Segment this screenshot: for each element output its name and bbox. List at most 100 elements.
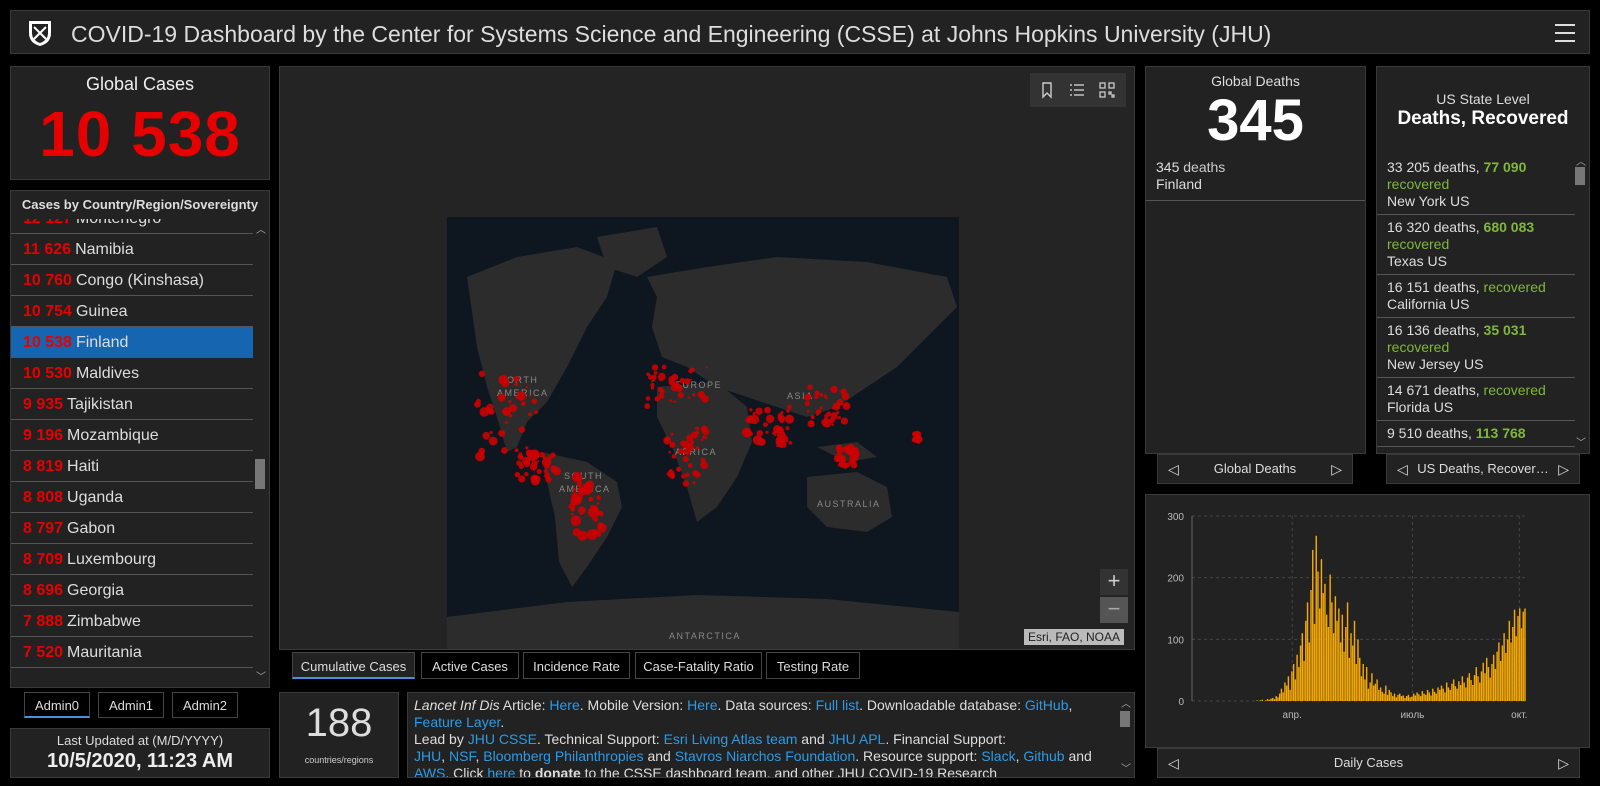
case-bubble[interactable] <box>678 448 685 455</box>
case-bubble[interactable] <box>695 426 700 431</box>
case-bubble[interactable] <box>681 440 690 449</box>
case-bubble[interactable] <box>788 440 793 445</box>
prev-arrow-icon[interactable]: ◁ <box>1168 749 1179 777</box>
case-bubble[interactable] <box>586 529 598 541</box>
case-bubble[interactable] <box>486 403 494 412</box>
jhu-link[interactable]: JHU <box>414 748 441 764</box>
stavros-link[interactable]: Stavros Niarchos Foundation <box>675 748 856 764</box>
case-bubble[interactable] <box>831 423 835 426</box>
article-link[interactable]: Here <box>549 697 579 713</box>
case-bubble[interactable] <box>529 394 532 397</box>
case-bubble[interactable] <box>588 496 594 502</box>
github2-link[interactable]: Github <box>1023 748 1064 764</box>
case-bubble[interactable] <box>525 386 528 389</box>
country-row[interactable]: 8 808 Uganda <box>11 482 253 513</box>
case-bubble[interactable] <box>673 400 676 403</box>
case-bubble[interactable] <box>516 391 527 401</box>
case-bubble[interactable] <box>537 460 540 463</box>
case-bubble[interactable] <box>682 456 689 463</box>
case-bubble[interactable] <box>698 392 701 395</box>
case-bubble[interactable] <box>651 364 659 371</box>
case-bubble[interactable] <box>669 441 676 448</box>
case-bubble[interactable] <box>687 463 693 468</box>
case-bubble[interactable] <box>705 366 708 369</box>
case-bubble[interactable] <box>653 370 658 375</box>
case-bubble[interactable] <box>666 473 669 476</box>
case-bubble[interactable] <box>823 394 828 398</box>
case-bubble[interactable] <box>695 446 700 450</box>
donate-here-link[interactable]: here <box>487 765 515 777</box>
case-bubble[interactable] <box>677 392 684 399</box>
case-bubble[interactable] <box>849 452 855 458</box>
country-row[interactable]: 10 754 Guinea <box>11 296 253 327</box>
case-bubble[interactable] <box>819 392 824 397</box>
case-bubble[interactable] <box>756 430 764 437</box>
scroll-down-icon[interactable]: ﹀ <box>1576 434 1586 449</box>
case-bubble[interactable] <box>916 436 923 443</box>
country-row[interactable]: 7 520 Mauritania <box>11 637 253 668</box>
tab-case-fatality-ratio[interactable]: Case-Fatality Ratio <box>635 652 762 679</box>
case-bubble[interactable] <box>543 462 550 469</box>
case-bubble[interactable] <box>692 393 696 397</box>
us-state-row[interactable]: 9 510 deaths, 113 768 <box>1377 421 1575 447</box>
case-bubble[interactable] <box>585 485 594 494</box>
case-bubble[interactable] <box>645 396 651 401</box>
case-bubble[interactable] <box>840 417 849 425</box>
scroll-up-icon[interactable]: ︿ <box>1576 153 1586 168</box>
us-state-row[interactable]: 16 320 deaths, 680 083 recovered Texas US <box>1377 215 1575 275</box>
slack-link[interactable]: Slack <box>981 748 1015 764</box>
case-bubble[interactable] <box>536 469 542 475</box>
case-bubble[interactable] <box>579 512 583 516</box>
bloomberg-link[interactable]: Bloomberg Philanthropies <box>483 748 643 764</box>
scrollbar-thumb[interactable] <box>1120 711 1130 727</box>
case-bubble[interactable] <box>501 447 508 454</box>
case-bubble[interactable] <box>658 372 666 381</box>
case-bubble[interactable] <box>542 455 546 459</box>
map-panel[interactable]: NORTH AMERICA EUROPE ASIA AFRICA SOUTH A… <box>279 66 1135 650</box>
case-bubble[interactable] <box>529 463 538 471</box>
case-bubble[interactable] <box>682 480 689 487</box>
case-bubble[interactable] <box>689 439 695 445</box>
case-bubble[interactable] <box>700 425 708 433</box>
case-bubble[interactable] <box>525 446 529 450</box>
case-bubble[interactable] <box>591 518 594 521</box>
case-bubble[interactable] <box>497 393 506 402</box>
case-bubble[interactable] <box>524 462 528 465</box>
case-bubble[interactable] <box>498 429 506 437</box>
country-row[interactable]: 11 626 Namibia <box>11 234 253 265</box>
scroll-down-icon[interactable]: ﹀ <box>256 668 266 683</box>
tab-active-cases[interactable]: Active Cases <box>421 652 519 679</box>
case-bubble[interactable] <box>804 393 812 401</box>
case-bubble[interactable] <box>829 417 835 424</box>
case-bubble[interactable] <box>670 432 674 436</box>
case-bubble[interactable] <box>700 438 704 442</box>
case-bubble[interactable] <box>806 409 810 413</box>
case-bubble[interactable] <box>651 385 654 388</box>
case-bubble[interactable] <box>501 409 507 414</box>
case-bubble[interactable] <box>657 386 664 393</box>
case-bubble[interactable] <box>479 453 484 458</box>
case-bubble[interactable] <box>776 445 779 448</box>
case-bubble[interactable] <box>815 410 819 414</box>
case-bubble[interactable] <box>588 530 591 533</box>
case-bubble[interactable] <box>772 431 776 435</box>
case-bubble[interactable] <box>837 416 841 420</box>
case-bubble[interactable] <box>544 472 551 479</box>
full-list-link[interactable]: Full list <box>816 697 860 713</box>
case-bubble[interactable] <box>520 401 526 407</box>
bookmark-icon[interactable] <box>1038 81 1056 99</box>
scrollbar-thumb[interactable] <box>1575 167 1585 185</box>
list-icon[interactable] <box>1068 81 1086 99</box>
next-arrow-icon[interactable]: ▷ <box>1558 749 1569 777</box>
case-bubble[interactable] <box>534 410 539 415</box>
case-bubble[interactable] <box>784 414 794 424</box>
case-bubble[interactable] <box>747 415 754 421</box>
feature-layer-link[interactable]: Feature Layer <box>414 714 500 730</box>
case-bubble[interactable] <box>661 364 667 370</box>
case-bubble[interactable] <box>912 437 916 440</box>
case-bubble[interactable] <box>837 449 843 455</box>
country-list-scrollbar[interactable]: ︿ ﹀ <box>253 219 267 685</box>
case-bubble[interactable] <box>570 515 582 526</box>
case-bubble[interactable] <box>671 454 677 459</box>
case-bubble[interactable] <box>836 410 840 414</box>
